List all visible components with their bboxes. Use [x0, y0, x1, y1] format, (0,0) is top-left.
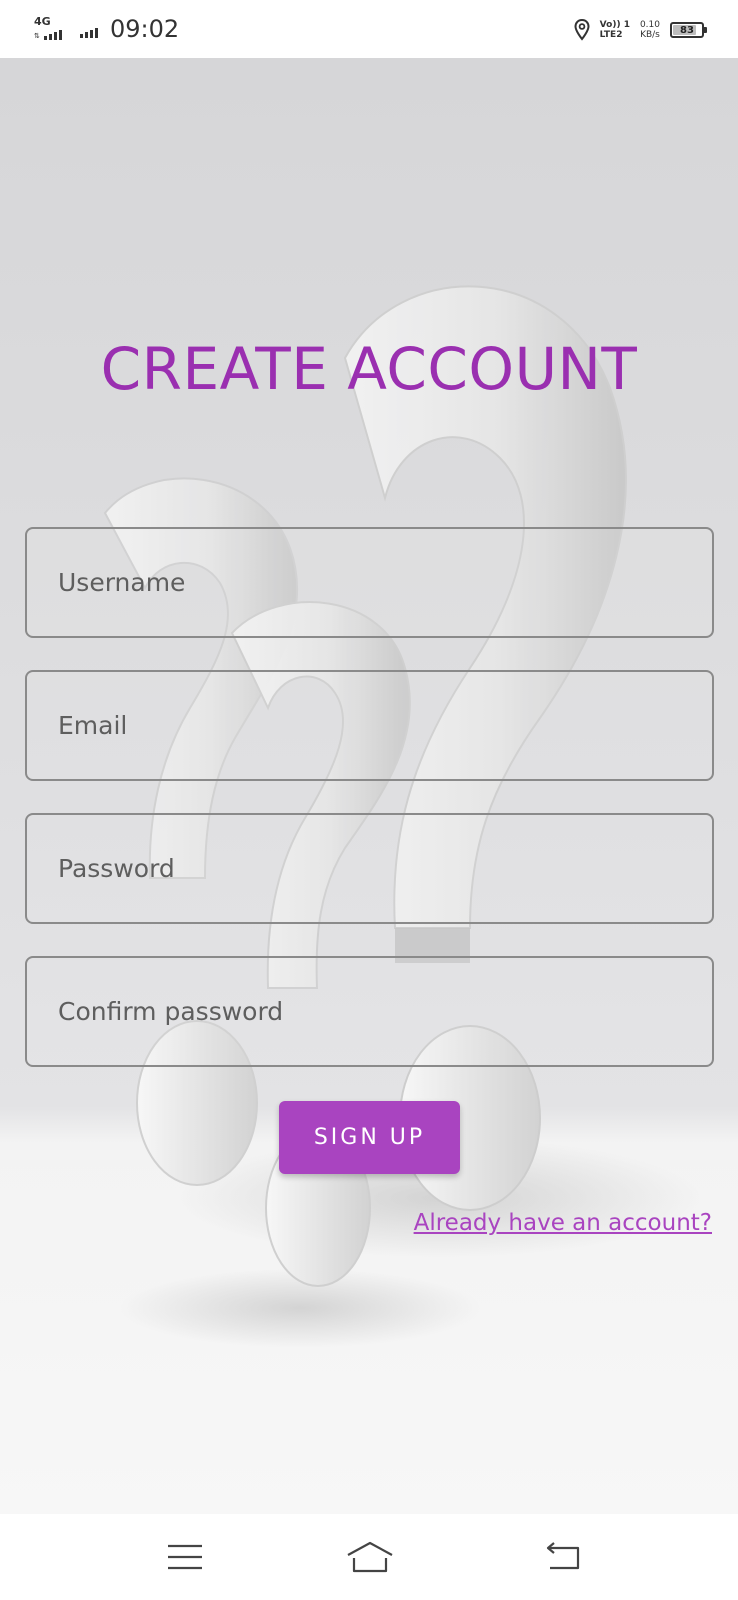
home-icon [347, 1541, 393, 1573]
battery-icon: 83 [670, 22, 707, 38]
confirm-password-field[interactable] [25, 956, 714, 1067]
page-title: CREATE ACCOUNT [100, 335, 638, 403]
username-input[interactable] [27, 529, 712, 636]
confirm-password-input[interactable] [27, 958, 712, 1065]
email-input[interactable] [27, 672, 712, 779]
back-button[interactable] [538, 1532, 588, 1582]
menu-button[interactable] [160, 1532, 210, 1582]
back-icon [546, 1542, 580, 1570]
home-button[interactable] [345, 1532, 395, 1582]
network-type: 4G [34, 15, 51, 28]
volte-indicator: Vo)) 1 LTE2 [600, 20, 630, 40]
signup-button[interactable]: SIGN UP [279, 1101, 460, 1174]
status-right: Vo)) 1 LTE2 0.10 KB/s 83 [574, 16, 707, 44]
signal-4g-icon: 4G ⇅ [34, 16, 68, 42]
navigation-bar [0, 1514, 738, 1600]
background-image [0, 58, 738, 1514]
password-field[interactable] [25, 813, 714, 924]
menu-icon [168, 1544, 202, 1570]
login-link[interactable]: Already have an account? [414, 1210, 712, 1236]
status-bar: 4G ⇅ 09:02 Vo)) 1 LTE2 0.10 KB/s 83 [0, 0, 738, 58]
status-left: 4G ⇅ 09:02 [34, 14, 179, 44]
signal-bars-icon [80, 28, 98, 38]
password-input[interactable] [27, 815, 712, 922]
data-arrows-icon: ⇅ [34, 32, 40, 40]
volte-line2: LTE2 [599, 30, 623, 40]
question-marks-illustration [103, 285, 700, 1348]
username-field[interactable] [25, 527, 714, 638]
volte-line1: Vo)) 1 [599, 20, 630, 30]
location-pin-icon [574, 19, 590, 41]
email-field[interactable] [25, 670, 714, 781]
net-speed: 0.10 KB/s [640, 20, 660, 40]
net-speed-unit: KB/s [640, 30, 660, 40]
battery-level: 83 [680, 24, 694, 36]
clock: 09:02 [110, 15, 180, 43]
net-speed-value: 0.10 [639, 20, 660, 30]
signal-bars-icon-1 [44, 30, 62, 40]
